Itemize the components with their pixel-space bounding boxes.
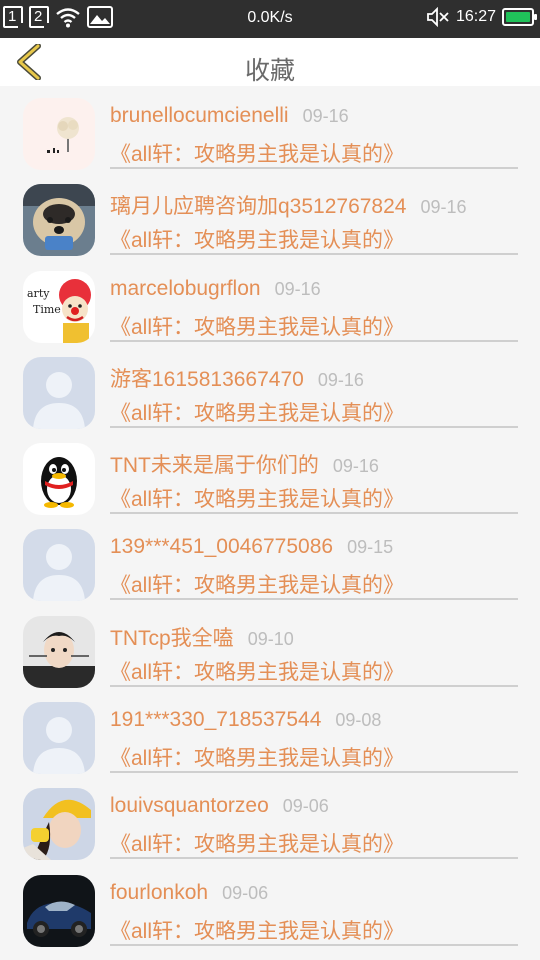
favorite-title[interactable]: 《all轩：攻略男主我是认真的》 — [110, 828, 404, 858]
item-header: TNTcp我全嗑 09-10 — [110, 622, 294, 652]
item-header: marcelobugrflon 09-16 — [110, 277, 321, 301]
page-title: 收藏 — [244, 57, 295, 85]
default-user-icon — [23, 356, 95, 429]
username[interactable]: 191***330_718537544 — [110, 708, 321, 731]
item-header: 游客1615813667470 09-16 — [110, 363, 364, 393]
status-right-icons: 16:27 — [426, 7, 537, 27]
favorite-title[interactable]: 《all轩：攻略男主我是认真的》 — [110, 915, 404, 945]
avatar[interactable] — [23, 615, 95, 688]
girl-yellow-hat-icon — [23, 788, 95, 861]
item-header: 139***451_0046775086 09-15 — [110, 535, 393, 559]
date: 09-06 — [222, 882, 269, 903]
default-user-icon — [23, 702, 95, 775]
boy-avatar-icon — [23, 615, 95, 688]
divider — [110, 684, 518, 687]
favorite-title[interactable]: 《all轩：攻略男主我是认真的》 — [110, 311, 404, 341]
tree-avatar-icon — [23, 98, 95, 170]
username[interactable]: brunellocumcienelli — [110, 104, 289, 127]
date: 09-16 — [420, 197, 467, 218]
date: 09-16 — [302, 106, 349, 126]
dog-avatar-icon — [23, 184, 95, 257]
avatar[interactable] — [23, 788, 95, 861]
divider — [110, 339, 518, 342]
divider — [110, 167, 518, 169]
avatar[interactable] — [23, 529, 95, 602]
svg-text:Time: Time — [33, 303, 61, 316]
avatar[interactable] — [23, 874, 95, 947]
item-header: 璃月儿应聘咨询加q3512767824 09-16 — [110, 190, 467, 220]
list-item[interactable]: 191***330_718537544 09-08 《all轩：攻略男主我是认真的… — [0, 700, 540, 786]
header: 收藏 — [0, 38, 540, 86]
favorite-title[interactable]: 《all轩：攻略男主我是认真的》 — [110, 569, 404, 599]
favorites-list: brunellocumcienelli 09-16 《all轩：攻略男主我是认真的… — [0, 96, 540, 959]
divider — [110, 771, 518, 774]
svg-text:arty: arty — [27, 287, 50, 300]
list-item[interactable]: TNTcp我全嗑 09-10 《all轩：攻略男主我是认真的》 — [0, 614, 540, 700]
status-bar: 1 2 0.0K/s 16:27 — [0, 0, 540, 38]
favorite-title[interactable]: 《all轩：攻略男主我是认真的》 — [110, 224, 404, 254]
penguin-icon — [23, 443, 95, 516]
avatar[interactable] — [23, 443, 95, 516]
divider — [110, 943, 518, 946]
list-item[interactable]: arty Time marcelobugrflon 09-16 《all轩：攻略男… — [0, 269, 540, 355]
clown-avatar-icon: arty Time — [23, 270, 95, 343]
avatar[interactable] — [23, 98, 95, 170]
username[interactable]: fourlonkoh — [110, 881, 208, 904]
avatar[interactable] — [23, 184, 95, 257]
divider — [110, 425, 518, 428]
username[interactable]: TNTcp我全嗑 — [110, 627, 234, 650]
default-user-icon — [23, 529, 95, 602]
divider — [110, 598, 518, 601]
item-header: 191***330_718537544 09-08 — [110, 708, 381, 732]
list-item[interactable]: 璃月儿应聘咨询加q3512767824 09-16 《all轩：攻略男主我是认真的… — [0, 182, 540, 268]
list-item[interactable]: brunellocumcienelli 09-16 《all轩：攻略男主我是认真的… — [0, 96, 540, 182]
item-header: louivsquantorzeo 09-06 — [110, 794, 329, 818]
item-header: fourlonkoh 09-06 — [110, 881, 268, 905]
date: 09-06 — [282, 796, 329, 817]
username[interactable]: marcelobugrflon — [110, 277, 261, 300]
date: 09-10 — [247, 628, 294, 649]
favorite-title[interactable]: 《all轩：攻略男主我是认真的》 — [110, 656, 404, 686]
avatar[interactable] — [23, 702, 95, 775]
avatar[interactable] — [23, 356, 95, 429]
battery-icon — [502, 8, 537, 26]
username[interactable]: 游客1615813667470 — [110, 368, 304, 391]
favorite-title[interactable]: 《all轩：攻略男主我是认真的》 — [110, 138, 404, 168]
avatar[interactable]: arty Time — [23, 270, 95, 343]
username[interactable]: 璃月儿应聘咨询加q3512767824 — [110, 195, 406, 218]
favorite-title[interactable]: 《all轩：攻略男主我是认真的》 — [110, 397, 404, 427]
date: 09-08 — [335, 710, 382, 731]
list-item[interactable]: louivsquantorzeo 09-06 《all轩：攻略男主我是认真的》 — [0, 786, 540, 872]
date: 09-16 — [317, 369, 364, 390]
divider — [110, 512, 518, 515]
divider — [110, 253, 518, 256]
list-item[interactable]: fourlonkoh 09-06 《all轩：攻略男主我是认真的》 — [0, 873, 540, 959]
username[interactable]: louivsquantorzeo — [110, 794, 269, 817]
list-item[interactable]: 游客1615813667470 09-16 《all轩：攻略男主我是认真的》 — [0, 355, 540, 441]
mute-icon — [427, 7, 449, 27]
car-avatar-icon — [23, 874, 95, 947]
favorite-title[interactable]: 《all轩：攻略男主我是认真的》 — [110, 483, 404, 513]
divider — [110, 857, 518, 860]
username[interactable]: TNT未来是属于你们的 — [110, 454, 319, 477]
date: 09-16 — [274, 278, 321, 299]
clock: 16:27 — [455, 8, 496, 25]
date: 09-16 — [332, 456, 379, 477]
date: 09-15 — [347, 537, 394, 558]
username[interactable]: 139***451_0046775086 — [110, 535, 333, 558]
list-item[interactable]: TNT未来是属于你们的 09-16 《all轩：攻略男主我是认真的》 — [0, 441, 540, 527]
list-item[interactable]: 139***451_0046775086 09-15 《all轩：攻略男主我是认真… — [0, 527, 540, 613]
favorite-title[interactable]: 《all轩：攻略男主我是认真的》 — [110, 742, 404, 772]
item-header: TNT未来是属于你们的 09-16 — [110, 449, 379, 479]
item-header: brunellocumcienelli 09-16 — [110, 104, 349, 128]
